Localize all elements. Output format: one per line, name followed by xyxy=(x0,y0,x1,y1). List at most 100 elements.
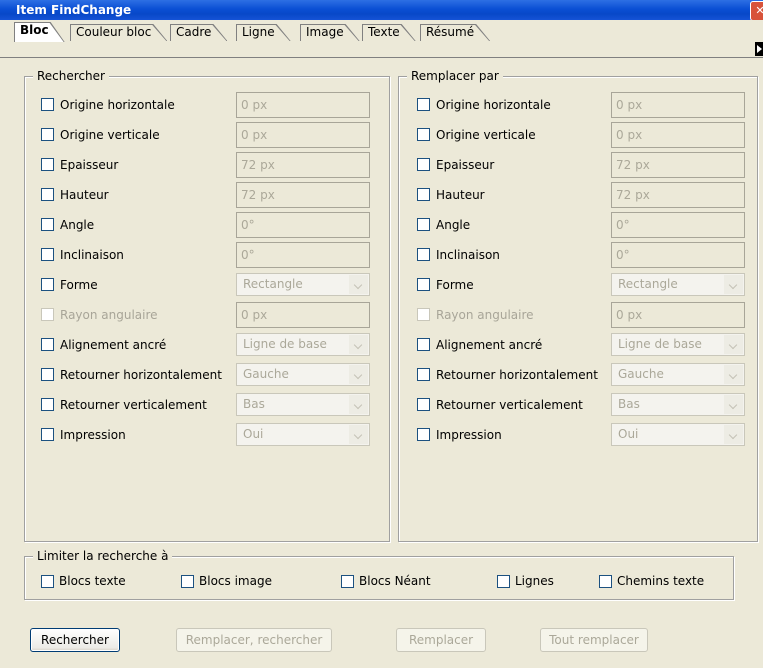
hauteur-checkbox[interactable] xyxy=(41,188,54,201)
retourner-horizontalement-select[interactable]: Gauche xyxy=(611,363,745,386)
select-value: Bas xyxy=(243,397,265,411)
retourner-verticalement-checkbox[interactable] xyxy=(41,398,54,411)
replace-row-impression: Impression Oui xyxy=(399,422,757,450)
origine-horizontale-field[interactable]: 0 px xyxy=(236,92,370,118)
inclinaison-checkbox[interactable] xyxy=(417,248,430,261)
checkbox[interactable] xyxy=(497,575,510,588)
checkbox-label: Blocs texte xyxy=(59,574,126,588)
hauteur-field[interactable]: 72 px xyxy=(611,182,745,208)
impression-checkbox[interactable] xyxy=(41,428,54,441)
chevron-down-icon[interactable] xyxy=(349,425,368,444)
chevron-down-icon[interactable] xyxy=(349,275,368,294)
select-value: Rectangle xyxy=(618,277,678,291)
checkbox[interactable] xyxy=(41,575,54,588)
origine-horizontale-label: Origine horizontale xyxy=(60,98,175,112)
forme-checkbox[interactable] xyxy=(417,278,430,291)
alignement-ancre-checkbox[interactable] xyxy=(417,338,430,351)
tab-bloc[interactable]: Bloc xyxy=(14,22,65,42)
forme-select[interactable]: Rectangle xyxy=(611,273,745,296)
limit-group-legend: Limiter la recherche à xyxy=(33,549,173,563)
tab-strip: Bloc Couleur bloc Cadre Ligne Image Text… xyxy=(0,20,763,58)
impression-select[interactable]: Oui xyxy=(236,423,370,446)
chevron-down-icon[interactable] xyxy=(724,335,743,354)
remplacer-button[interactable]: Remplacer xyxy=(396,628,486,652)
forme-checkbox[interactable] xyxy=(41,278,54,291)
alignement-ancre-label: Alignement ancré xyxy=(60,338,167,352)
checkbox[interactable] xyxy=(181,575,194,588)
alignement-ancre-checkbox[interactable] xyxy=(41,338,54,351)
alignement-ancre-select[interactable]: Ligne de base xyxy=(236,333,370,356)
tab-texte[interactable]: Texte xyxy=(362,24,416,41)
rayon-angulaire-field[interactable]: 0 px xyxy=(611,302,745,328)
checkbox-label: Lignes xyxy=(515,574,554,588)
retourner-horizontalement-checkbox[interactable] xyxy=(417,368,430,381)
retourner-verticalement-checkbox[interactable] xyxy=(417,398,430,411)
angle-label: Angle xyxy=(60,218,95,232)
tab-scroll-right-icon[interactable] xyxy=(755,42,763,56)
retourner-horizontalement-checkbox[interactable] xyxy=(41,368,54,381)
impression-select[interactable]: Oui xyxy=(611,423,745,446)
rayon-angulaire-field[interactable]: 0 px xyxy=(236,302,370,328)
rayon-angulaire-checkbox xyxy=(417,308,430,321)
replace-row-angle: Angle 0° xyxy=(399,212,757,240)
angle-checkbox[interactable] xyxy=(41,218,54,231)
inclinaison-field[interactable]: 0° xyxy=(236,242,370,268)
chevron-down-icon[interactable] xyxy=(349,395,368,414)
remplacer-rechercher-button[interactable]: Remplacer, rechercher xyxy=(176,628,332,652)
tab-cadre[interactable]: Cadre xyxy=(170,24,227,41)
chevron-down-icon[interactable] xyxy=(724,275,743,294)
title-bar[interactable]: Item FindChange ✕ xyxy=(0,0,763,21)
inclinaison-checkbox[interactable] xyxy=(41,248,54,261)
tab-label: Cadre xyxy=(176,25,212,39)
tab-ligne[interactable]: Ligne xyxy=(236,24,291,41)
chevron-down-icon[interactable] xyxy=(724,425,743,444)
impression-checkbox[interactable] xyxy=(417,428,430,441)
epaisseur-checkbox[interactable] xyxy=(417,158,430,171)
origine-verticale-field[interactable]: 0 px xyxy=(236,122,370,148)
origine-verticale-checkbox[interactable] xyxy=(41,128,54,141)
angle-checkbox[interactable] xyxy=(417,218,430,231)
angle-field[interactable]: 0° xyxy=(236,212,370,238)
forme-select[interactable]: Rectangle xyxy=(236,273,370,296)
close-icon[interactable]: ✕ xyxy=(750,1,763,21)
epaisseur-checkbox[interactable] xyxy=(41,158,54,171)
epaisseur-field[interactable]: 72 px xyxy=(236,152,370,178)
select-value: Oui xyxy=(243,427,264,441)
select-value: Rectangle xyxy=(243,277,303,291)
rechercher-button[interactable]: Rechercher xyxy=(30,628,120,652)
tab-couleur-bloc[interactable]: Couleur bloc xyxy=(70,24,167,41)
origine-verticale-checkbox[interactable] xyxy=(417,128,430,141)
alignement-ancre-select[interactable]: Ligne de base xyxy=(611,333,745,356)
epaisseur-field[interactable]: 72 px xyxy=(611,152,745,178)
hauteur-field[interactable]: 72 px xyxy=(236,182,370,208)
tab-image[interactable]: Image xyxy=(300,24,360,41)
chevron-down-icon[interactable] xyxy=(724,365,743,384)
origine-verticale-label: Origine verticale xyxy=(436,128,536,142)
retourner-horizontalement-select[interactable]: Gauche xyxy=(236,363,370,386)
origine-verticale-field[interactable]: 0 px xyxy=(611,122,745,148)
tout-remplacer-button[interactable]: Tout remplacer xyxy=(540,628,648,652)
checkbox[interactable] xyxy=(341,575,354,588)
angle-label: Angle xyxy=(436,218,471,232)
chevron-down-icon[interactable] xyxy=(724,395,743,414)
chevron-down-icon[interactable] xyxy=(349,365,368,384)
checkbox[interactable] xyxy=(599,575,612,588)
search-row-epaisseur: Epaisseur 72 px xyxy=(25,152,389,180)
origine-horizontale-checkbox[interactable] xyxy=(417,98,430,111)
hauteur-checkbox[interactable] xyxy=(417,188,430,201)
chevron-down-icon[interactable] xyxy=(349,335,368,354)
origine-horizontale-checkbox[interactable] xyxy=(41,98,54,111)
limit-group: Limiter la recherche à Blocs texte Blocs… xyxy=(24,549,734,600)
origine-horizontale-field[interactable]: 0 px xyxy=(611,92,745,118)
retourner-verticalement-select[interactable]: Bas xyxy=(611,393,745,416)
replace-group: Remplacer par Origine horizontale 0 px Ori… xyxy=(398,69,758,542)
inclinaison-label: Inclinaison xyxy=(60,248,124,262)
angle-field[interactable]: 0° xyxy=(611,212,745,238)
window-title: Item FindChange xyxy=(16,3,132,17)
impression-label: Impression xyxy=(436,428,502,442)
tab-resume[interactable]: Résumé xyxy=(420,24,490,41)
inclinaison-field[interactable]: 0° xyxy=(611,242,745,268)
retourner-verticalement-select[interactable]: Bas xyxy=(236,393,370,416)
epaisseur-label: Epaisseur xyxy=(436,158,495,172)
tab-label: Ligne xyxy=(242,25,275,39)
